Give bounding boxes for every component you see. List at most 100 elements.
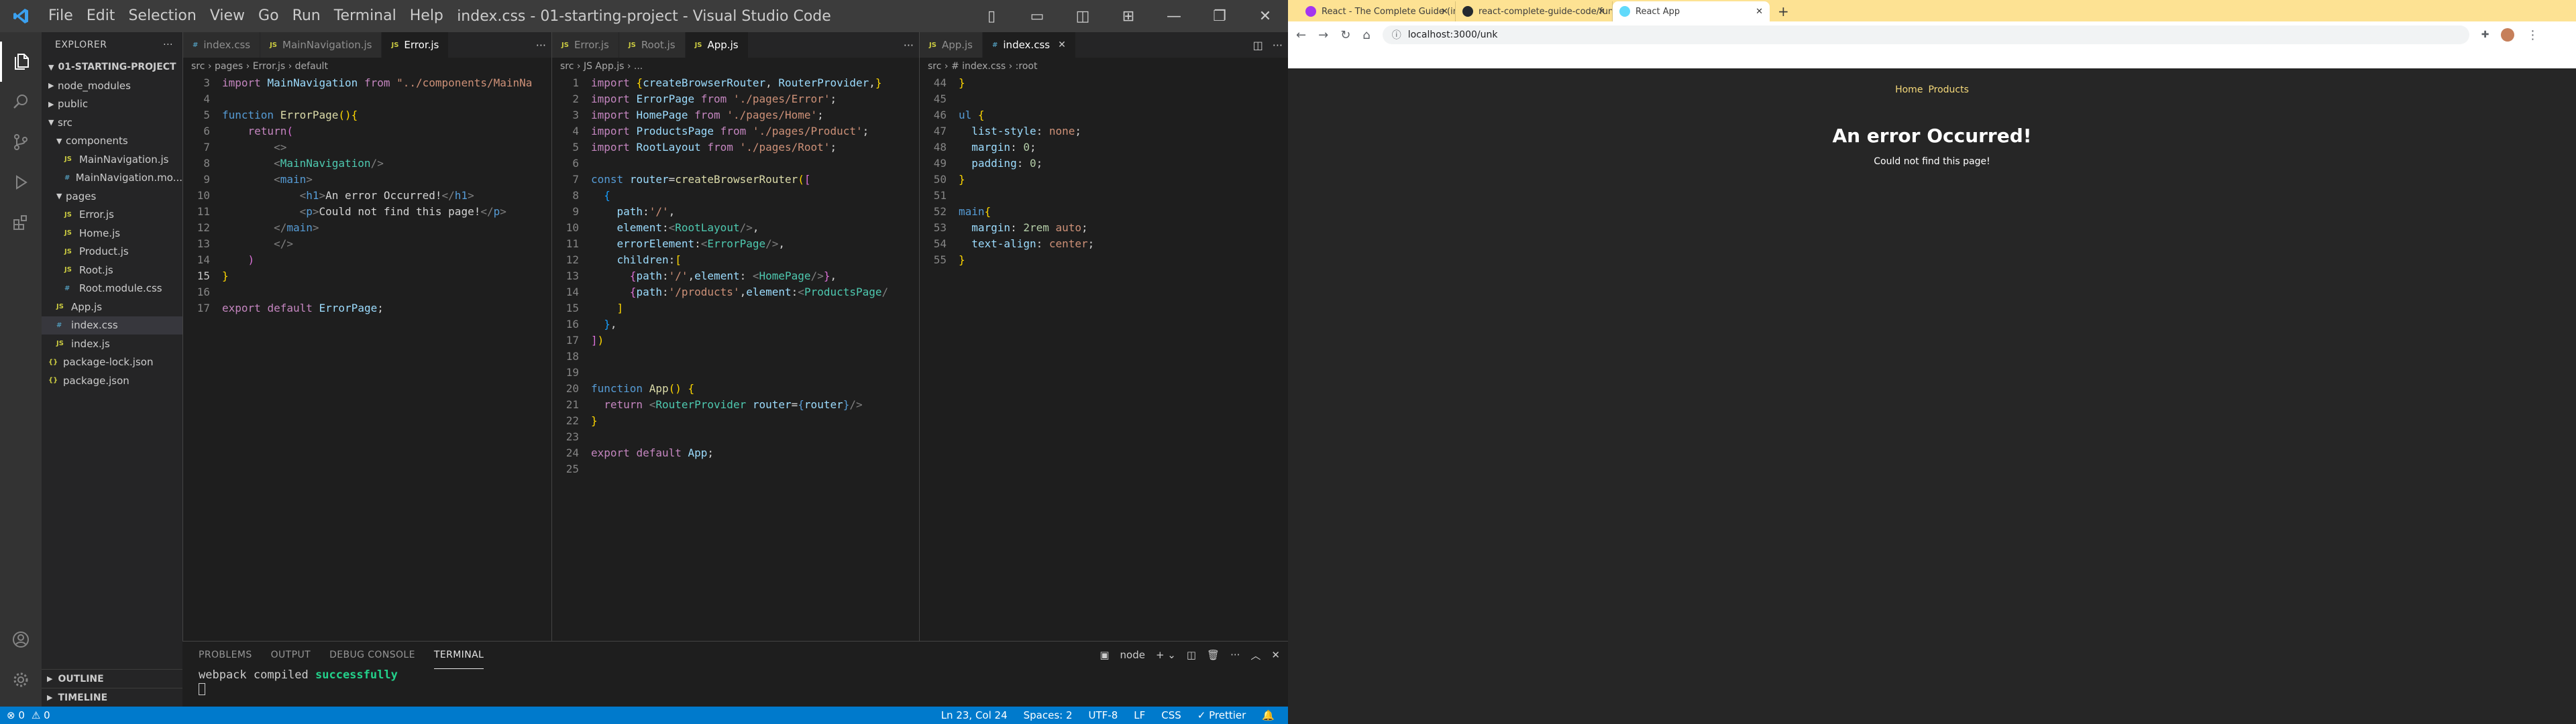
code-editor[interactable]: 1 import {createBrowserRouter, RouterProv… [552, 75, 919, 477]
profile-avatar[interactable] [2501, 28, 2515, 42]
run-debug-icon[interactable] [0, 162, 42, 202]
tree-item[interactable]: {} package-lock.json [42, 353, 182, 372]
toggle-panel-icon[interactable]: ▭ [1014, 0, 1060, 32]
tree-item[interactable]: JS MainNavigation.js [42, 150, 182, 169]
menu-icon[interactable]: ⋮ [2526, 28, 2538, 42]
tree-item[interactable]: JS index.js [42, 335, 182, 353]
close-panel-icon[interactable]: ✕ [1271, 649, 1280, 661]
timeline-section[interactable]: ▶ TIMELINE [42, 688, 182, 707]
layout-icon[interactable]: ◫ [1060, 0, 1106, 32]
close-window-button[interactable]: ✕ [1242, 0, 1288, 32]
customize-layout-icon[interactable]: ⊞ [1106, 0, 1151, 32]
outline-section[interactable]: ▶ OUTLINE [42, 669, 182, 688]
split-editor-icon[interactable]: ◫ [1253, 39, 1263, 52]
notifications-bell-icon[interactable]: 🔔 [1262, 709, 1275, 721]
browser-tab[interactable]: React App ✕ [1613, 1, 1770, 21]
status-item[interactable]: CSS [1161, 709, 1181, 721]
tree-item[interactable]: JS Root.js [42, 261, 182, 280]
status-problems[interactable]: ⊗ 0 [7, 709, 25, 721]
menu-terminal[interactable]: Terminal [327, 0, 403, 32]
menu-go[interactable]: Go [252, 0, 286, 32]
code-editor[interactable]: 3 import MainNavigation from "../componen… [183, 75, 551, 316]
terminal-output[interactable]: webpack compiled successfully [182, 668, 1288, 695]
forward-icon[interactable]: → [1318, 28, 1328, 42]
address-bar[interactable]: ⓘ localhost:3000/unk [1382, 25, 2469, 44]
close-tab-icon[interactable]: ✕ [1058, 40, 1066, 50]
restore-button[interactable]: ❐ [1197, 0, 1242, 32]
more-actions-icon[interactable]: ··· [1273, 39, 1283, 52]
editor-tab[interactable]: JS App.js [920, 32, 983, 58]
trash-icon[interactable]: 🗑 [1207, 649, 1220, 661]
toggle-sidebar-icon[interactable]: ▯ [969, 0, 1014, 32]
nav-link-home[interactable]: Home [1895, 84, 1923, 95]
status-item[interactable]: Spaces: 2 [1024, 709, 1073, 721]
close-tab-icon[interactable]: ✕ [1756, 7, 1763, 17]
nav-link-products[interactable]: Products [1928, 84, 1968, 95]
breadcrumb[interactable]: src › JS App.js › ... [552, 58, 919, 75]
menu-file[interactable]: File [42, 0, 80, 32]
tree-item[interactable]: ▼ components [42, 132, 182, 151]
editor-tab[interactable]: JS MainNavigation.js [260, 32, 382, 58]
menu-help[interactable]: Help [403, 0, 450, 32]
tree-item[interactable]: ▶ node_modules [42, 76, 182, 95]
panel-tab-output[interactable]: OUTPUT [271, 642, 311, 668]
panel-tab-debug-console[interactable]: DEBUG CONSOLE [329, 642, 415, 668]
source-control-icon[interactable] [0, 122, 42, 162]
maximize-panel-icon[interactable]: ︿ [1250, 648, 1260, 662]
tree-item[interactable]: # MainNavigation.mo... [42, 169, 182, 188]
tree-item[interactable]: ▼ pages [42, 187, 182, 206]
new-terminal-icon[interactable]: + ⌄ [1156, 649, 1176, 661]
editor-tab[interactable]: JS Root.js [619, 32, 686, 58]
panel-tab-problems[interactable]: PROBLEMS [199, 642, 252, 668]
tree-item[interactable]: JS App.js [42, 298, 182, 316]
back-icon[interactable]: ← [1296, 28, 1306, 42]
home-icon[interactable]: ⌂ [1362, 28, 1370, 42]
breadcrumb[interactable]: src › pages › Error.js › default [183, 58, 551, 75]
tree-item[interactable]: JS Product.js [42, 243, 182, 261]
reload-icon[interactable]: ↻ [1340, 28, 1350, 42]
browser-tab[interactable]: React - The Complete Guide (incl...✕ [1299, 1, 1456, 21]
extensions-icon[interactable]: ✚ [2481, 29, 2489, 40]
search-icon[interactable] [0, 82, 42, 122]
editor-tab[interactable]: # index.css [183, 32, 261, 58]
info-icon[interactable]: ⓘ [1392, 28, 1401, 42]
close-tab-icon[interactable]: ✕ [1598, 7, 1605, 17]
tree-item[interactable]: ▶ public [42, 95, 182, 114]
tree-item[interactable]: ▼ src [42, 113, 182, 132]
editor-tab[interactable]: # index.css ✕ [983, 32, 1076, 58]
explorer-icon[interactable] [0, 42, 42, 82]
status-item[interactable]: Ln 23, Col 24 [941, 709, 1008, 721]
more-actions-icon[interactable]: ··· [904, 39, 914, 52]
panel-tab-terminal[interactable]: TERMINAL [433, 642, 484, 669]
status-item[interactable]: LF [1134, 709, 1145, 721]
menu-view[interactable]: View [203, 0, 252, 32]
settings-gear-icon[interactable] [0, 660, 42, 700]
more-actions-icon[interactable]: ··· [1230, 649, 1240, 661]
breadcrumb[interactable]: src › # index.css › :root [920, 58, 1288, 75]
terminal-icon[interactable]: ▣ [1099, 649, 1109, 661]
tree-item[interactable]: JS Home.js [42, 224, 182, 243]
extensions-icon[interactable] [0, 202, 42, 243]
browser-tab[interactable]: react-complete-guide-code/fun... ✕ [1456, 1, 1613, 21]
status-item[interactable]: UTF-8 [1089, 709, 1118, 721]
accounts-icon[interactable] [0, 619, 42, 660]
editor-tab[interactable]: JS Error.js [552, 32, 619, 58]
menu-run[interactable]: Run [286, 0, 327, 32]
status-problems[interactable]: ⚠ 0 [32, 709, 50, 721]
code-editor[interactable]: 44} 45 46 ul {47 list-style: none; 48 margin… [920, 75, 1288, 268]
editor-tab[interactable]: JS Error.js [382, 32, 449, 58]
more-actions-icon[interactable]: ··· [163, 40, 173, 50]
close-tab-icon[interactable]: ✕ [1441, 7, 1448, 17]
status-item[interactable]: ✓ Prettier [1197, 709, 1246, 721]
tree-item[interactable]: {} package.json [42, 371, 182, 390]
editor-tab[interactable]: JS App.js [685, 32, 749, 58]
tree-item[interactable]: # index.css [42, 316, 182, 335]
menu-selection[interactable]: Selection [121, 0, 203, 32]
project-folder[interactable]: ▼ 01-STARTING-PROJECT [42, 58, 182, 76]
tree-item[interactable]: # Root.module.css [42, 280, 182, 298]
new-tab-icon[interactable]: + [1770, 1, 1797, 21]
split-terminal-icon[interactable]: ◫ [1187, 649, 1196, 661]
menu-edit[interactable]: Edit [80, 0, 122, 32]
more-actions-icon[interactable]: ··· [536, 39, 546, 52]
minimize-button[interactable]: — [1151, 0, 1197, 32]
